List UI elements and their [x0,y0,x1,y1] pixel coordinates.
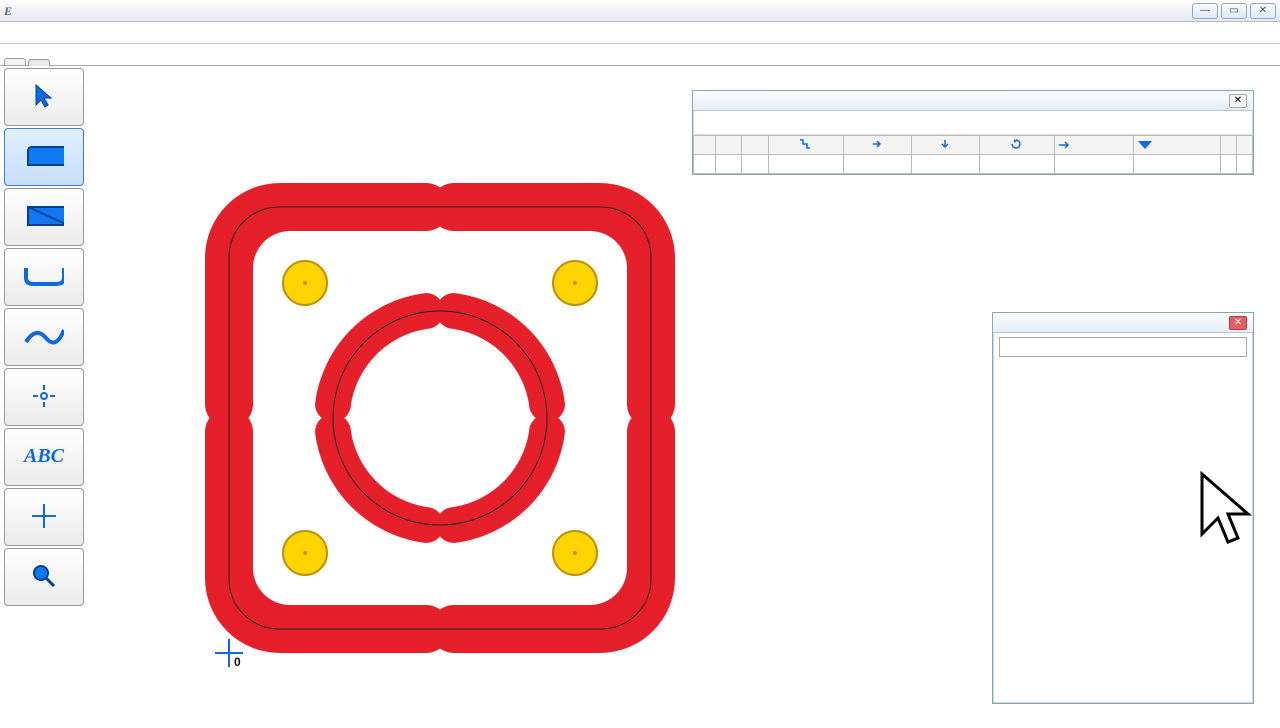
tool-inside[interactable] [4,188,84,246]
outside-icon [24,143,64,169]
text-icon: ABC [24,443,64,469]
tool-outside[interactable] [4,128,84,186]
inside-icon [24,203,64,229]
tab-setup[interactable] [28,59,50,66]
tool-engraving[interactable] [4,248,84,306]
tool-zero[interactable] [4,488,84,546]
maximize-button[interactable]: ▭ [1221,3,1247,19]
svg-text:0: 0 [234,655,241,669]
engraving-icon [24,263,64,289]
col-fxy[interactable] [844,136,912,155]
tool-preview[interactable] [4,548,84,606]
props-search[interactable] [999,337,1247,357]
toolpath-properties-panel: ✕ [992,312,1254,704]
tool-carve[interactable] [4,308,84,366]
col-diameter[interactable] [742,136,768,155]
menubar [0,22,1280,44]
col-s[interactable] [979,136,1054,155]
tool-list-table [693,135,1253,174]
col-percent[interactable] [1055,136,1134,155]
cursor-icon [24,83,64,109]
tab-workspace[interactable] [4,58,26,65]
tool-select[interactable] [4,68,84,126]
app-icon: E [4,4,18,18]
col-delete [1237,136,1253,155]
tabstrip [0,44,1280,66]
drill-icon [24,383,64,409]
close-button[interactable]: ✕ [1250,3,1276,19]
titlebar: E — ▭ ✕ [0,0,1280,22]
col-zplus[interactable] [768,136,843,155]
col-edit [1221,136,1237,155]
tool-drill[interactable] [4,368,84,426]
col-fz[interactable] [911,136,979,155]
sidebar: ABC [4,68,84,606]
col-angle[interactable] [1134,136,1221,155]
magnifier-icon [24,563,64,589]
col-no[interactable] [694,136,716,155]
carve-icon [24,323,64,349]
props-close[interactable]: ✕ [1229,316,1247,330]
tool-list-close[interactable]: ✕ [1229,94,1247,108]
tool-text[interactable]: ABC [4,428,84,486]
col-name[interactable] [716,136,742,155]
zero-icon [24,503,64,529]
minimize-button[interactable]: — [1192,3,1218,19]
tool-list-panel: ✕ [692,90,1254,175]
